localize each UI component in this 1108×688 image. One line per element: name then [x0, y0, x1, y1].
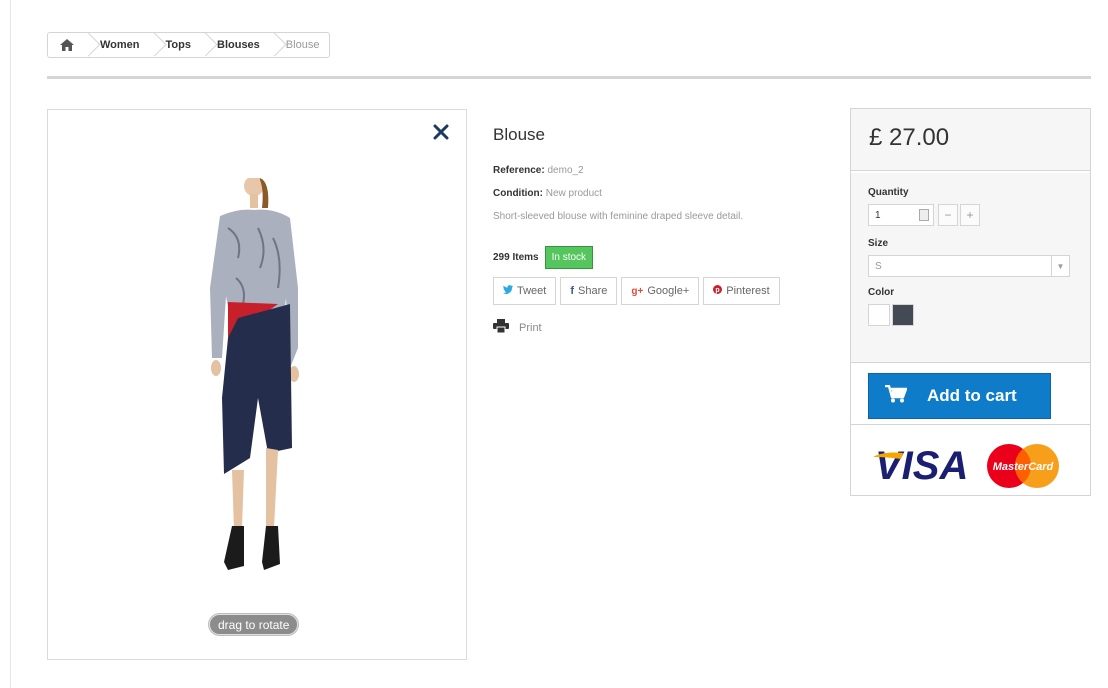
page-left-border	[10, 0, 11, 688]
product-reference: Reference: demo_2	[493, 165, 813, 176]
condition-value: New product	[545, 188, 602, 199]
breadcrumb-separator	[268, 32, 278, 58]
reference-label: Reference:	[493, 165, 545, 176]
quantity-spinner[interactable]	[919, 209, 929, 221]
product-image-viewer[interactable]: drag to rotate	[47, 109, 467, 660]
stock-row: 299 Items In stock	[493, 246, 813, 269]
svg-text:p: p	[716, 287, 720, 294]
product-info: Blouse Reference: demo_2 Condition: New …	[493, 125, 813, 336]
quantity-available: 299 Items	[493, 252, 539, 263]
color-label: Color	[868, 287, 895, 298]
breadcrumb-current: Blouse	[260, 32, 320, 58]
breadcrumb-separator	[148, 32, 158, 58]
breadcrumb-item-blouses[interactable]: Blouses	[191, 32, 260, 58]
minus-icon: −	[944, 208, 952, 222]
drag-to-rotate-hint: drag to rotate	[209, 614, 299, 635]
home-icon[interactable]	[60, 39, 74, 51]
breadcrumb-label[interactable]: Women	[100, 39, 140, 51]
color-swatch-white[interactable]	[868, 304, 890, 326]
tweet-label: Tweet	[517, 285, 547, 297]
google-plus-icon: g+	[631, 285, 644, 297]
size-value: S	[875, 260, 882, 272]
reference-value: demo_2	[547, 165, 584, 176]
breadcrumb-label[interactable]: Blouses	[217, 39, 260, 51]
breadcrumb-label[interactable]: Tops	[166, 39, 191, 51]
buy-box: £ 27.00 Quantity 1 − + Size S ▼ Color Ad…	[850, 108, 1091, 496]
payment-logos: VISA MasterCard	[851, 425, 1090, 495]
price-area: £ 27.00	[851, 109, 1090, 171]
color-swatches	[868, 304, 1072, 326]
share-label: Share	[578, 285, 608, 297]
product-condition: Condition: New product	[493, 188, 813, 199]
product-description: Short-sleeved blouse with feminine drape…	[493, 211, 744, 222]
product-image	[210, 178, 299, 570]
visa-mastercard-logo: VISA MasterCard	[873, 444, 1059, 488]
product-options: Quantity 1 − + Size S ▼ Color	[851, 173, 1090, 363]
share-buttons: Tweet f Share g+ Google+ p Pinterest	[493, 277, 813, 305]
breadcrumb-label: Blouse	[285, 39, 320, 51]
breadcrumb-separator	[199, 32, 209, 58]
size-label: Size	[868, 238, 889, 249]
quantity-label: Quantity	[868, 187, 909, 198]
pinterest-label: Pinterest	[726, 285, 770, 297]
pinterest-icon: p	[713, 285, 723, 297]
chevron-down-icon: ▼	[1051, 256, 1069, 276]
close-icon[interactable]	[433, 124, 449, 140]
breadcrumb-item-women[interactable]: Women	[74, 32, 140, 58]
tweet-button[interactable]: Tweet	[493, 277, 557, 305]
breadcrumb-item-tops[interactable]: Tops	[140, 32, 191, 58]
print-label[interactable]: Print	[519, 322, 542, 334]
plus-icon: +	[966, 208, 974, 222]
quantity-row: 1 − +	[868, 204, 1072, 226]
quantity-input[interactable]: 1	[868, 204, 934, 226]
add-to-cart-label: Add to cart	[927, 386, 1017, 405]
svg-text:VISA: VISA	[875, 444, 968, 488]
add-to-cart-button[interactable]: Add to cart	[868, 373, 1051, 419]
print-link[interactable]: Print	[493, 319, 813, 336]
quantity-increase-button[interactable]: +	[960, 204, 980, 226]
product-title: Blouse	[493, 125, 545, 144]
color-swatch-dark-grey[interactable]	[892, 304, 914, 326]
facebook-icon: f	[570, 285, 575, 297]
twitter-icon	[503, 285, 513, 297]
condition-label: Condition:	[493, 188, 543, 199]
breadcrumb-separator	[82, 32, 92, 58]
stock-status-badge: In stock	[544, 246, 594, 269]
quantity-value: 1	[875, 209, 881, 221]
print-icon	[493, 319, 519, 336]
google-plus-button[interactable]: g+ Google+	[621, 277, 700, 305]
product-price: £ 27.00	[869, 124, 950, 151]
quantity-decrease-button[interactable]: −	[938, 204, 958, 226]
cart-area: Add to cart	[851, 361, 1090, 425]
svg-text:MasterCard: MasterCard	[993, 461, 1054, 473]
facebook-share-button[interactable]: f Share	[560, 277, 618, 305]
pinterest-button[interactable]: p Pinterest	[703, 277, 780, 305]
google-label: Google+	[647, 285, 690, 297]
header-divider	[47, 76, 1091, 79]
size-select[interactable]: S ▼	[868, 255, 1070, 277]
breadcrumb: Women Tops Blouses Blouse	[47, 32, 331, 58]
cart-icon	[885, 384, 927, 408]
